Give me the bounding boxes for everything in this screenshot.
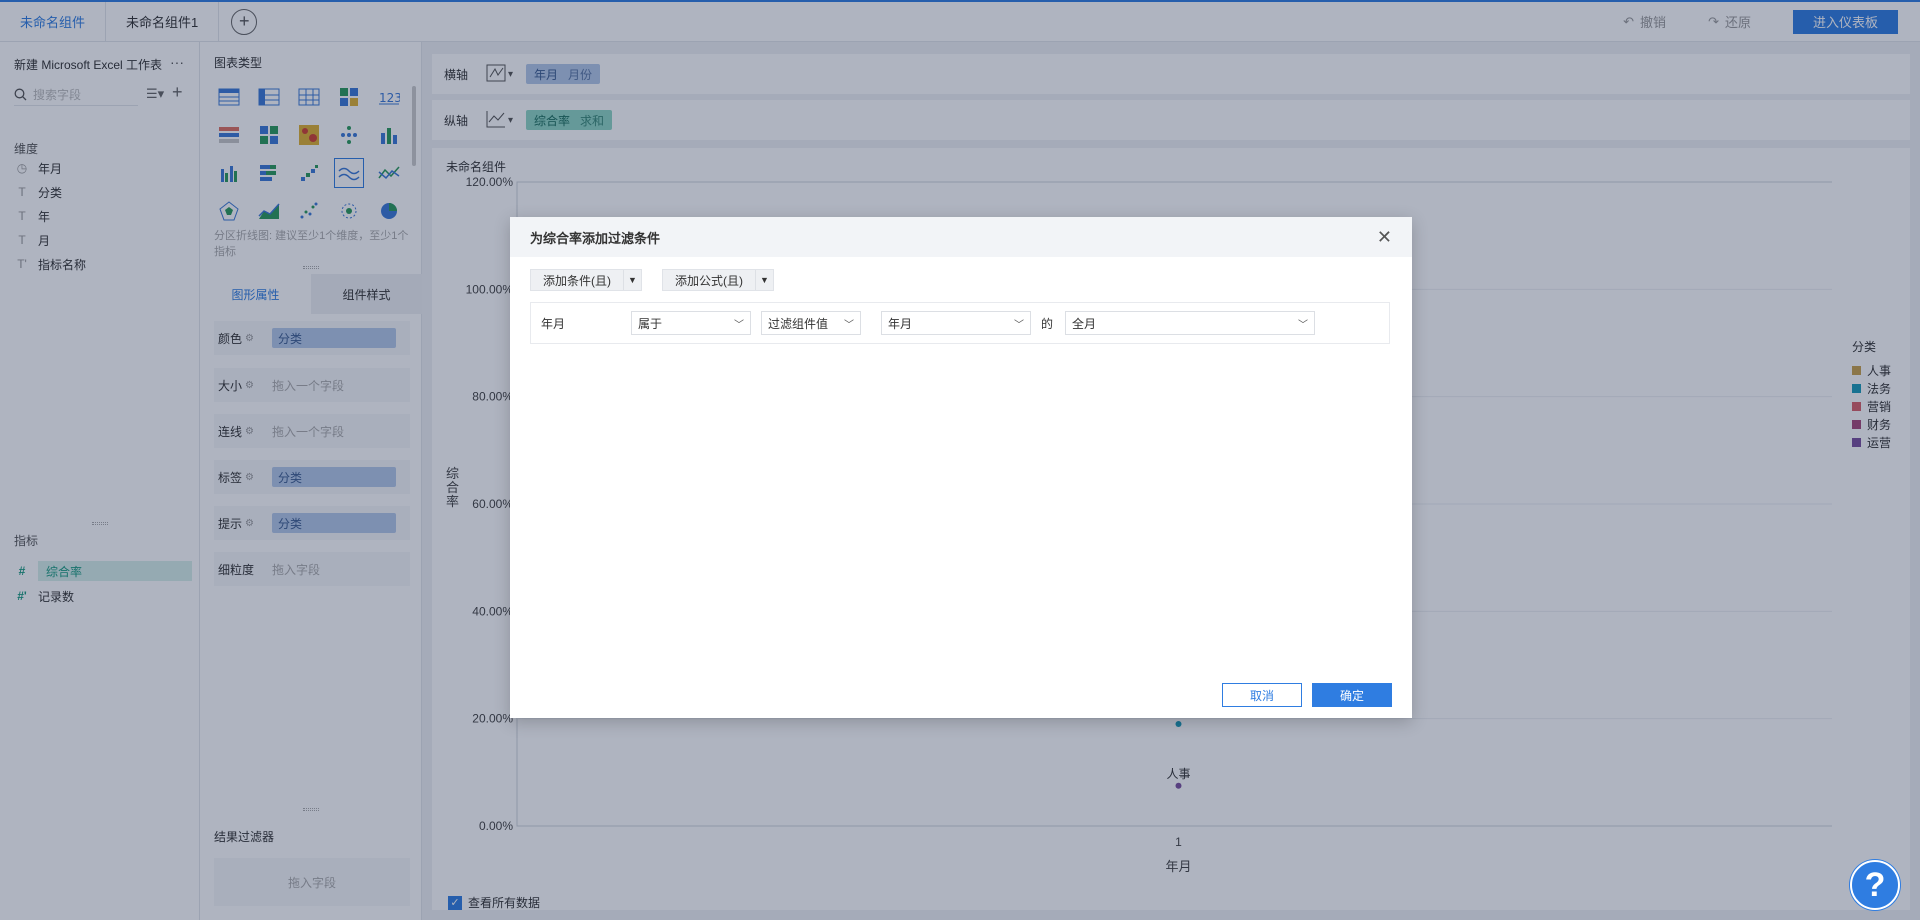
condition-field-name: 年月 <box>541 316 566 331</box>
condition-row: 年月 属于 ﹀ 过滤组件值 ﹀ 年月 ﹀ 的 全月 ﹀ <box>530 302 1390 344</box>
dialog-title: 为综合率添加过滤条件 <box>530 230 661 246</box>
value-type-select[interactable]: 过滤组件值 ﹀ <box>761 311 861 335</box>
close-icon[interactable]: ✕ <box>1377 227 1392 248</box>
dialog-header: 为综合率添加过滤条件 ✕ <box>510 217 1412 257</box>
chevron-down-icon: ﹀ <box>844 319 854 331</box>
add-formula-button[interactable]: 添加公式(且) ▼ <box>662 269 774 291</box>
chevron-down-icon: ﹀ <box>1014 319 1024 331</box>
granularity-select[interactable]: 全月 ﹀ <box>1065 311 1316 335</box>
cancel-button[interactable]: 取消 <box>1222 683 1302 707</box>
help-button[interactable]: ? <box>1850 860 1900 910</box>
dialog-toolbar: 添加条件(且) ▼ 添加公式(且) ▼ <box>530 269 774 291</box>
chevron-down-icon: ﹀ <box>1298 319 1309 331</box>
dialog-footer: 取消 确定 <box>1222 683 1392 707</box>
operator-select[interactable]: 属于 ﹀ <box>631 311 751 335</box>
chevron-down-icon: ﹀ <box>734 319 744 331</box>
add-condition-button[interactable]: 添加条件(且) ▼ <box>530 269 642 291</box>
caret-down-icon[interactable]: ▼ <box>755 270 773 290</box>
ok-button[interactable]: 确定 <box>1312 683 1392 707</box>
filter-dialog: 为综合率添加过滤条件 ✕ 添加条件(且) ▼ 添加公式(且) ▼ 年月 属于 ﹀ … <box>510 217 1412 718</box>
caret-down-icon[interactable]: ▼ <box>623 270 641 290</box>
of-text: 的 <box>1041 316 1054 331</box>
component-field-select[interactable]: 年月 ﹀ <box>881 311 1031 335</box>
